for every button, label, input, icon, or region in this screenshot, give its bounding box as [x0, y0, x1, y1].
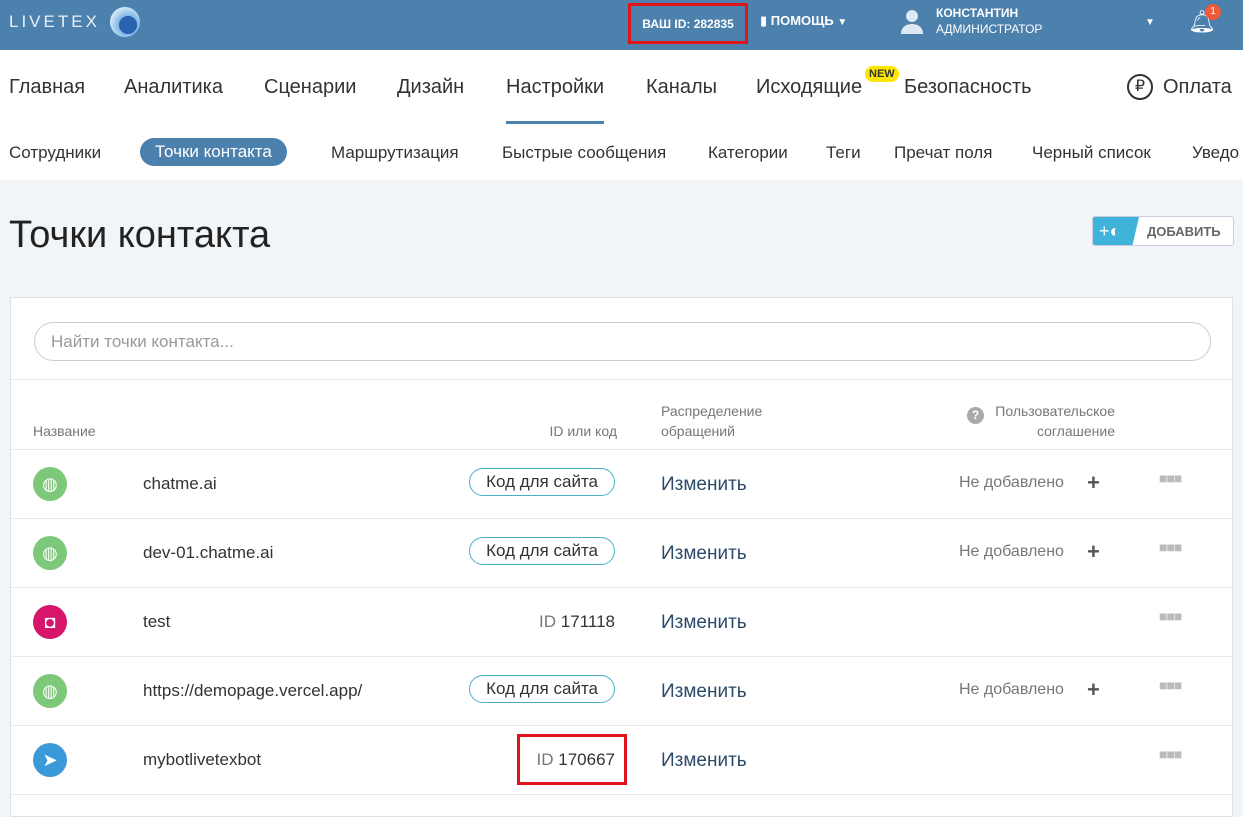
add-globe-icon: +◐ — [1093, 217, 1139, 245]
nav-channels[interactable]: Каналы — [646, 76, 717, 99]
more-icon[interactable]: ■■■ — [1159, 746, 1182, 762]
user-menu-chevron-icon[interactable]: ▼ — [1145, 17, 1155, 28]
main-nav: Главная Аналитика Сценарии Дизайн Настро… — [0, 50, 1243, 125]
new-badge: NEW — [865, 66, 899, 82]
change-link[interactable]: Изменить — [661, 543, 747, 565]
subnav-employees[interactable]: Сотрудники — [9, 143, 101, 163]
page-title: Точки контакта — [9, 214, 271, 256]
notification-badge: 1 — [1205, 4, 1221, 20]
sub-nav: Сотрудники Точки контакта Маршрутизация … — [0, 125, 1243, 180]
nav-payment[interactable]: Оплата — [1163, 76, 1232, 99]
agreement-status: Не добавлено — [959, 543, 1064, 560]
chevron-down-icon: ▼ — [837, 17, 848, 28]
book-icon: ▮ — [760, 13, 771, 28]
my-id: ВАШ ID: 282835 — [628, 3, 748, 44]
logo-icon — [110, 7, 140, 37]
globe-icon: ◍ — [33, 674, 67, 708]
row-name: https://demopage.vercel.app/ — [143, 681, 363, 700]
table-row: ◘ test ID 171118 Изменить ■■■ — [11, 587, 1232, 656]
change-link[interactable]: Изменить — [661, 681, 747, 703]
col-agreement: Пользовательское соглашение — [995, 403, 1115, 439]
globe-icon: ◍ — [33, 536, 67, 570]
row-name: mybotlivetexbot — [143, 750, 262, 769]
change-link[interactable]: Изменить — [661, 474, 747, 496]
add-button[interactable]: +◐ ДОБАВИТЬ — [1092, 216, 1234, 246]
subnav-notifications[interactable]: Уведо — [1192, 143, 1239, 163]
subnav-prechat-fields[interactable]: Пречат поля — [894, 143, 992, 163]
nav-home[interactable]: Главная — [9, 76, 85, 99]
subnav-quick-messages[interactable]: Быстрые сообщения — [502, 143, 666, 163]
nav-analytics[interactable]: Аналитика — [124, 76, 223, 99]
agreement-status: Не добавлено — [959, 474, 1064, 491]
site-code-button[interactable]: Код для сайта — [469, 537, 615, 565]
nav-security[interactable]: Безопасность — [904, 76, 1032, 99]
more-icon[interactable]: ■■■ — [1159, 470, 1182, 486]
logo[interactable]: LIVETEX — [9, 12, 100, 32]
row-name: dev-01.chatme.ai — [143, 543, 274, 562]
more-icon[interactable]: ■■■ — [1159, 608, 1182, 624]
search-input[interactable] — [34, 322, 1211, 361]
plus-icon[interactable]: + — [1087, 470, 1100, 496]
col-distribution: Распределение обращений — [661, 403, 763, 439]
telegram-icon: ➤ — [33, 743, 67, 777]
subnav-contact-points[interactable]: Точки контакта — [140, 138, 287, 166]
user-avatar-icon[interactable] — [899, 8, 925, 34]
nav-design[interactable]: Дизайн — [397, 76, 464, 99]
agreement-status: Не добавлено — [959, 681, 1064, 698]
site-code-button[interactable]: Код для сайта — [469, 675, 615, 703]
subnav-blacklist[interactable]: Черный список — [1032, 143, 1151, 163]
table-row: ◍ https://demopage.vercel.app/ Код для с… — [11, 656, 1232, 725]
ruble-icon: ₽ — [1127, 74, 1153, 100]
site-code-button[interactable]: Код для сайта — [469, 468, 615, 496]
user-role: АДМИНИСТРАТОР — [936, 22, 1043, 36]
more-icon[interactable]: ■■■ — [1159, 677, 1182, 693]
change-link[interactable]: Изменить — [661, 612, 747, 634]
subnav-routing[interactable]: Маршрутизация — [331, 143, 459, 163]
change-link[interactable]: Изменить — [661, 750, 747, 772]
row-name: chatme.ai — [143, 474, 217, 493]
plus-icon[interactable]: + — [1087, 677, 1100, 703]
divider — [11, 794, 1232, 795]
divider — [11, 379, 1232, 380]
instagram-icon: ◘ — [33, 605, 67, 639]
user-name[interactable]: КОНСТАНТИН — [936, 6, 1018, 20]
table-row: ◍ chatme.ai Код для сайта Изменить Не до… — [11, 449, 1232, 518]
col-name: Название — [33, 423, 96, 439]
top-header: LIVETEX ВАШ ID: 282835 ▮ ПОМОЩЬ ▼ КОНСТА… — [0, 0, 1243, 50]
subnav-categories[interactable]: Категории — [708, 143, 788, 163]
row-id: ID 171118 — [539, 612, 615, 631]
help-icon[interactable]: ? — [967, 407, 984, 424]
row-name: test — [143, 612, 171, 631]
table-row: ◍ dev-01.chatme.ai Код для сайта Изменит… — [11, 518, 1232, 587]
nav-outgoing[interactable]: Исходящие — [756, 76, 862, 99]
subnav-tags[interactable]: Теги — [826, 143, 861, 163]
col-id: ID или код — [549, 423, 617, 439]
more-icon[interactable]: ■■■ — [1159, 539, 1182, 555]
help-menu[interactable]: ▮ ПОМОЩЬ ▼ — [760, 13, 847, 29]
nav-settings[interactable]: Настройки — [506, 76, 605, 124]
nav-scenarios[interactable]: Сценарии — [264, 76, 356, 99]
highlight-box — [517, 734, 627, 785]
globe-icon: ◍ — [33, 467, 67, 501]
plus-icon[interactable]: + — [1087, 539, 1100, 565]
